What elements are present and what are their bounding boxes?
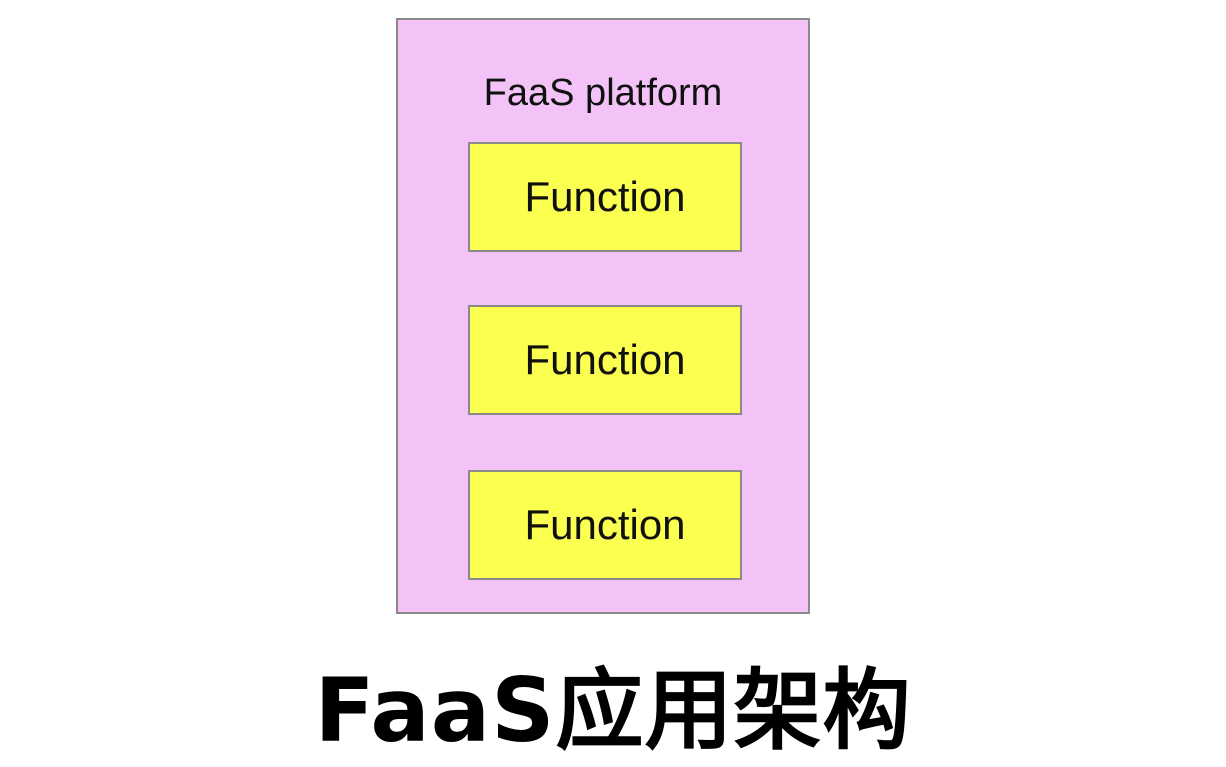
diagram-caption: FaaS应用架构 xyxy=(314,659,912,762)
function-box: Function xyxy=(468,142,742,252)
function-label: Function xyxy=(524,173,686,220)
platform-title: FaaS platform xyxy=(483,72,723,114)
faas-platform-box: FaaS platform Function Function Function xyxy=(396,18,810,614)
function-label: Function xyxy=(524,336,686,383)
function-box: Function xyxy=(468,305,742,415)
function-box: Function xyxy=(468,470,742,580)
function-label: Function xyxy=(524,501,686,548)
